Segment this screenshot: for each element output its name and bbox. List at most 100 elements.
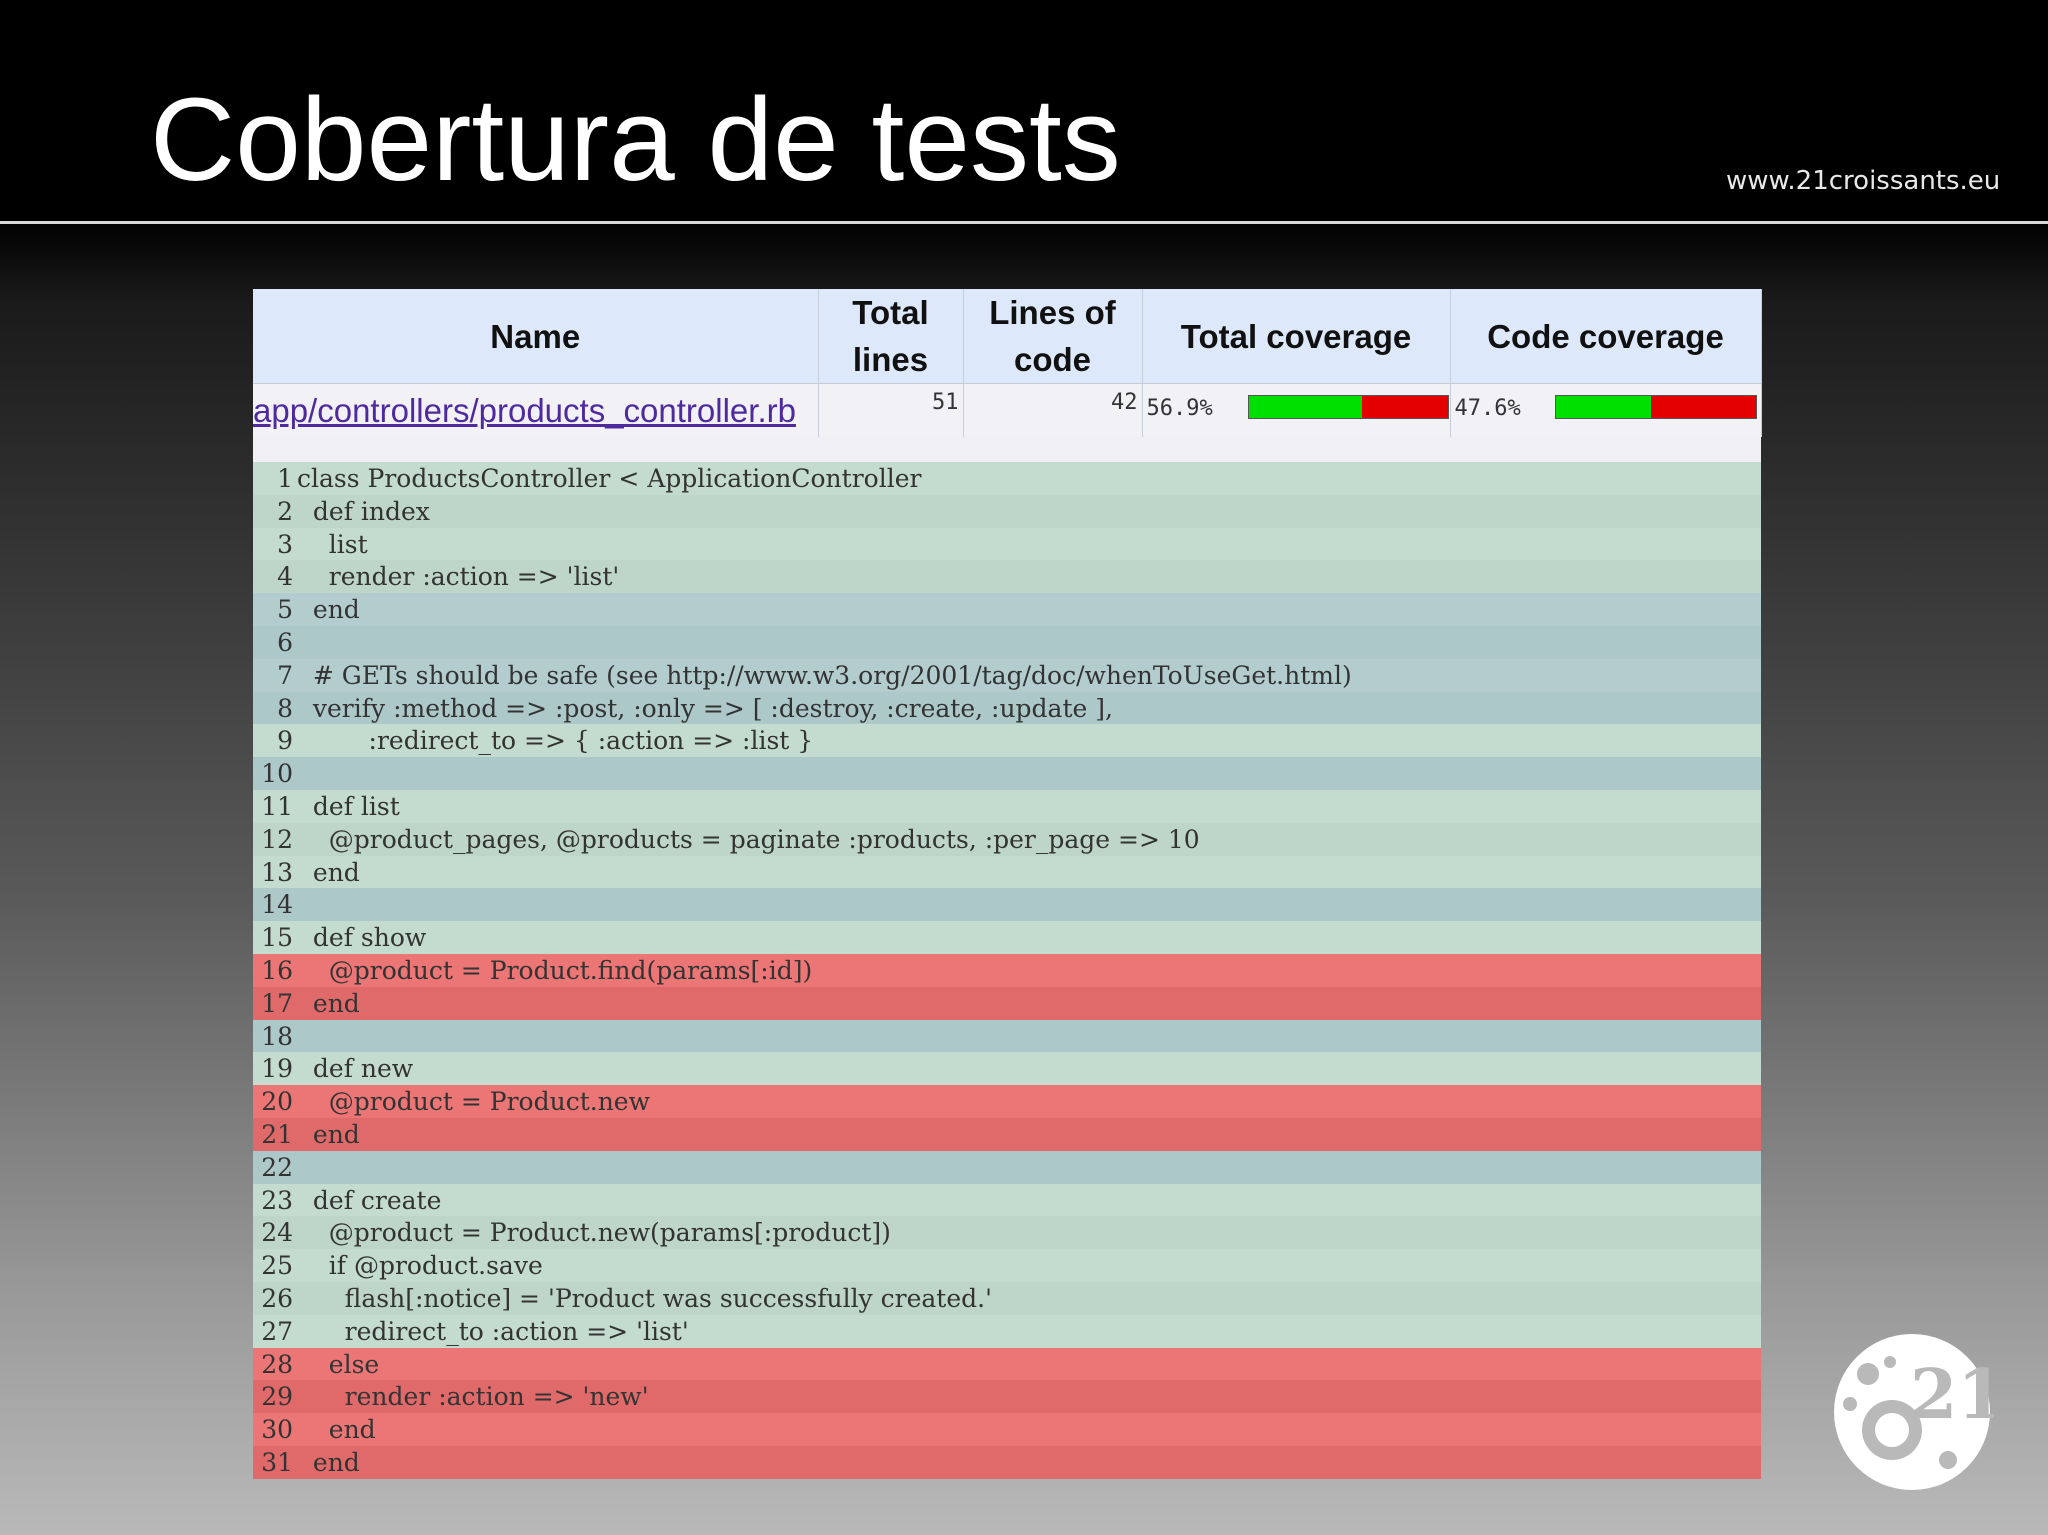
code-line: 28 else bbox=[253, 1347, 1761, 1381]
total-coverage-percent: 56.9% bbox=[1146, 396, 1213, 421]
title-divider bbox=[0, 221, 2048, 224]
line-number: 2 bbox=[277, 496, 293, 526]
code-coverage-percent: 47.6% bbox=[1454, 396, 1521, 421]
line-source: @product = Product.new bbox=[297, 1087, 651, 1117]
21croissants-logo-icon: 21 bbox=[1834, 1334, 1994, 1490]
code-line: 15 def show bbox=[253, 921, 1761, 954]
line-number: 4 bbox=[277, 562, 293, 592]
line-source: end bbox=[297, 1119, 360, 1149]
code-coverage-bar bbox=[1554, 395, 1757, 419]
total-coverage-bar bbox=[1247, 395, 1449, 419]
line-number: 19 bbox=[261, 1054, 293, 1084]
header-name: Name bbox=[253, 289, 819, 384]
line-number: 28 bbox=[261, 1349, 293, 1379]
line-source: flash[:notice] = 'Product was successful… bbox=[297, 1283, 992, 1313]
code-line: 12 @product_pages, @products = paginate … bbox=[253, 822, 1761, 856]
code-line: 4 render :action => 'list' bbox=[253, 560, 1761, 594]
line-number: 30 bbox=[261, 1415, 293, 1445]
line-number: 31 bbox=[261, 1447, 293, 1477]
svg-text:21: 21 bbox=[1910, 1355, 1994, 1435]
line-number: 25 bbox=[261, 1251, 293, 1281]
line-number: 11 bbox=[261, 791, 293, 821]
line-source: def list bbox=[297, 791, 400, 821]
source-code-listing: 1 class ProductsController < ApplicationC… bbox=[253, 462, 1761, 1479]
line-source: def create bbox=[297, 1185, 442, 1215]
code-line: 29 render :action => 'new' bbox=[253, 1380, 1761, 1414]
code-line: 23 def create bbox=[253, 1183, 1761, 1217]
line-number: 15 bbox=[261, 923, 293, 953]
table-row: app/controllers/products_controller.rb 5… bbox=[253, 383, 1762, 437]
line-number: 6 bbox=[277, 627, 293, 657]
code-line: 11 def list bbox=[253, 789, 1761, 823]
line-source: end bbox=[297, 857, 360, 887]
code-line: 1 class ProductsController < ApplicationC… bbox=[253, 462, 1761, 495]
coverage-report: Name Total lines Lines of code Total cov… bbox=[253, 289, 1762, 1479]
line-number: 27 bbox=[261, 1316, 293, 1346]
code-line: 6 bbox=[253, 625, 1761, 659]
line-number: 8 bbox=[277, 693, 293, 723]
line-source: verify :method => :post, :only => [ :des… bbox=[297, 693, 1113, 723]
code-coverage-bar-fill bbox=[1555, 396, 1651, 418]
code-line: 14 bbox=[253, 888, 1761, 922]
code-line: 22 bbox=[253, 1150, 1761, 1184]
coverage-summary-table: Name Total lines Lines of code Total cov… bbox=[253, 289, 1762, 437]
code-line: 3 list bbox=[253, 527, 1761, 561]
header-code-coverage: Code coverage bbox=[1450, 289, 1762, 384]
table-header-row: Name Total lines Lines of code Total cov… bbox=[253, 289, 1762, 384]
line-number: 13 bbox=[261, 857, 293, 887]
file-link[interactable]: app/controllers/products_controller.rb bbox=[253, 392, 818, 430]
code-line: 24 @product = Product.new(params[:produc… bbox=[253, 1216, 1761, 1250]
code-line: 7 # GETs should be safe (see http://www.… bbox=[253, 658, 1761, 692]
line-number: 5 bbox=[277, 595, 293, 625]
line-source: if @product.save bbox=[297, 1251, 543, 1281]
line-number: 7 bbox=[277, 660, 293, 690]
line-number: 3 bbox=[277, 529, 293, 559]
line-number: 10 bbox=[261, 759, 293, 789]
line-source: list bbox=[297, 529, 368, 559]
line-number: 16 bbox=[261, 955, 293, 985]
line-source: redirect_to :action => 'list' bbox=[297, 1316, 689, 1346]
line-number: 23 bbox=[261, 1185, 293, 1215]
line-number: 1 bbox=[277, 464, 293, 493]
code-line: 19 def new bbox=[253, 1052, 1761, 1086]
line-source: end bbox=[297, 1447, 360, 1477]
code-line: 17 end bbox=[253, 986, 1761, 1020]
code-line: 21 end bbox=[253, 1117, 1761, 1151]
lines-of-code-value: 42 bbox=[963, 383, 1143, 437]
code-line: 26 flash[:notice] = 'Product was success… bbox=[253, 1281, 1761, 1315]
line-source: render :action => 'list' bbox=[297, 562, 620, 592]
site-url: www.21croissants.eu bbox=[1726, 166, 2001, 196]
code-coverage-cell: 47.6% bbox=[1450, 383, 1762, 437]
line-source: def index bbox=[297, 496, 430, 526]
line-source: def show bbox=[297, 923, 427, 953]
header-total-coverage: Total coverage bbox=[1142, 289, 1451, 384]
total-coverage-bar-fill bbox=[1248, 396, 1362, 418]
line-source: @product = Product.find(params[:id]) bbox=[297, 955, 813, 985]
code-line: 9 :redirect_to => { :action => :list } bbox=[253, 724, 1761, 758]
line-number: 21 bbox=[261, 1119, 293, 1149]
code-line: 10 bbox=[253, 757, 1761, 790]
line-source: end bbox=[297, 1415, 376, 1445]
line-number: 29 bbox=[261, 1382, 293, 1412]
line-number: 24 bbox=[261, 1218, 293, 1248]
line-source: # GETs should be safe (see http://www.w3… bbox=[297, 660, 1352, 690]
code-line: 31 end bbox=[253, 1445, 1761, 1479]
line-number: 26 bbox=[261, 1283, 293, 1313]
code-line: 18 bbox=[253, 1019, 1761, 1053]
code-line: 5 end bbox=[253, 593, 1761, 626]
line-number: 17 bbox=[261, 988, 293, 1018]
code-line: 27 redirect_to :action => 'list' bbox=[253, 1314, 1761, 1348]
line-number: 12 bbox=[261, 824, 293, 854]
code-line: 16 @product = Product.find(params[:id]) bbox=[253, 953, 1761, 987]
code-line: 25 if @product.save bbox=[253, 1249, 1761, 1282]
line-number: 9 bbox=[277, 726, 293, 756]
code-line: 2 def index bbox=[253, 494, 1761, 528]
line-number: 18 bbox=[261, 1021, 293, 1051]
line-source: :redirect_to => { :action => :list } bbox=[297, 726, 814, 756]
line-source: render :action => 'new' bbox=[297, 1382, 649, 1412]
header-lines-of-code: Lines of code bbox=[963, 289, 1143, 384]
line-source: def new bbox=[297, 1054, 414, 1084]
line-source: @product_pages, @products = paginate :pr… bbox=[297, 824, 1200, 854]
total-lines-value: 51 bbox=[818, 383, 964, 437]
code-line: 20 @product = Product.new bbox=[253, 1085, 1761, 1118]
